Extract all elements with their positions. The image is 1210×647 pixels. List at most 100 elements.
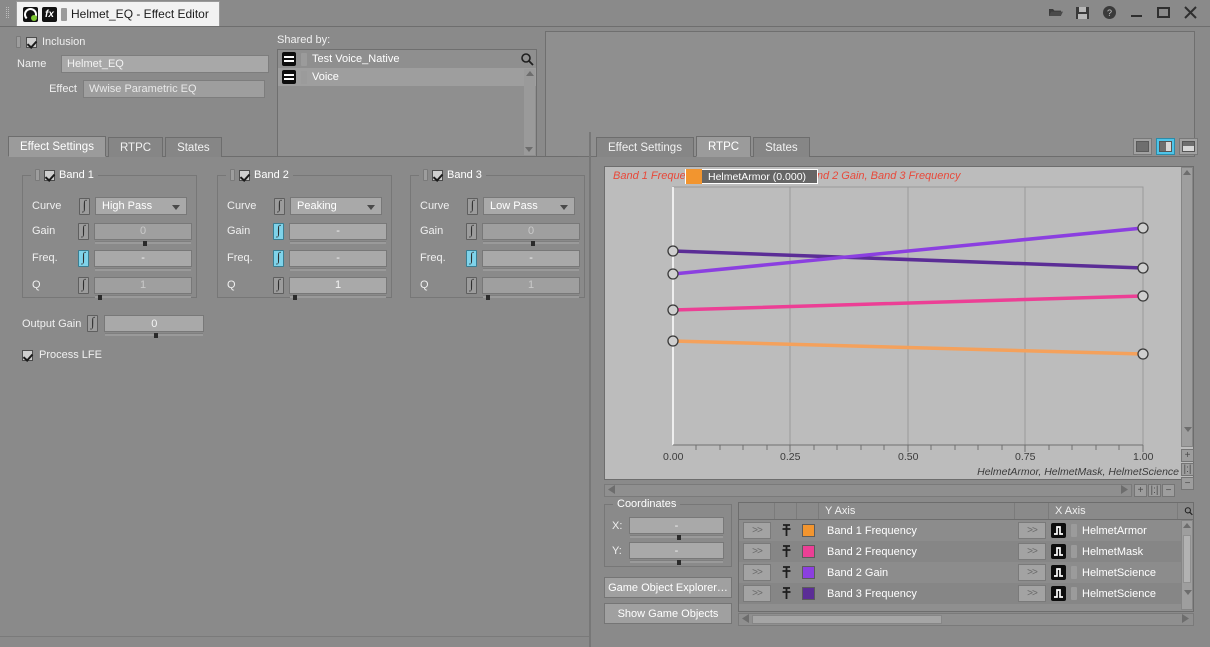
scrollbar-handle[interactable] <box>1183 535 1191 583</box>
series-color-swatch[interactable] <box>801 566 815 579</box>
scrollbar-handle[interactable] <box>752 615 942 624</box>
scroll-right-arrow[interactable] <box>1120 484 1128 497</box>
band-1-q-slider[interactable] <box>95 294 191 300</box>
rtpc-table[interactable]: Y Axis X Axis >> Band 1 Frequency >> Hel… <box>738 502 1194 612</box>
gain-rtpc-indicator[interactable] <box>273 222 285 240</box>
output-gain-input[interactable]: 0 <box>104 315 205 332</box>
row-expand-x-button[interactable]: >> <box>1018 585 1046 602</box>
process-lfe-checkbox[interactable] <box>22 349 33 361</box>
close-icon[interactable] <box>1183 5 1198 20</box>
freq-rtpc-indicator[interactable] <box>273 249 285 267</box>
curve-rtpc-indicator[interactable] <box>79 197 90 215</box>
band-2-freq-slider[interactable] <box>290 267 386 271</box>
scroll-down-arrow[interactable] <box>1184 590 1192 607</box>
scroll-up-arrow[interactable] <box>1183 523 1191 528</box>
row-expand-y-button[interactable]: >> <box>743 585 771 602</box>
band-2-gain-slider[interactable] <box>290 240 386 244</box>
search-icon[interactable] <box>520 52 534 66</box>
output-gain-rtpc-indicator[interactable] <box>87 314 99 332</box>
coord-x-slider[interactable] <box>630 535 723 540</box>
maximize-icon[interactable] <box>1156 5 1171 20</box>
zoom-out-horizontal-button[interactable]: − <box>1162 484 1175 497</box>
row-expand-y-button[interactable]: >> <box>743 543 771 560</box>
band-2-gain-input[interactable]: - <box>289 222 387 240</box>
coord-x-input[interactable]: - <box>629 517 724 534</box>
freq-rtpc-indicator[interactable] <box>78 249 90 267</box>
series-color-swatch[interactable] <box>801 545 815 558</box>
graph-plot-area[interactable] <box>605 167 1195 481</box>
rtpc-table-hscrollbar[interactable] <box>738 613 1194 626</box>
band-3-freq-slider[interactable] <box>483 267 579 271</box>
scroll-up-arrow[interactable] <box>1183 170 1191 175</box>
document-tab[interactable]: Helmet_EQ - Effect Editor <box>16 1 220 26</box>
table-row[interactable]: >> Band 2 Frequency >> HelmetMask <box>739 541 1193 562</box>
scroll-down-arrow[interactable] <box>1184 427 1192 444</box>
tab-effect-settings-right[interactable]: Effect Settings <box>596 137 694 157</box>
curve-rtpc-indicator[interactable] <box>467 197 478 215</box>
zoom-in-horizontal-button[interactable]: + <box>1134 484 1147 497</box>
table-row[interactable]: >> Band 3 Frequency >> HelmetScience <box>739 583 1193 604</box>
band-1-q-input[interactable]: 1 <box>94 276 192 294</box>
band-1-curve-select[interactable]: High Pass <box>95 197 187 215</box>
tab-rtpc-left[interactable]: RTPC <box>107 137 164 157</box>
series-color-swatch[interactable] <box>801 524 815 537</box>
minimize-icon[interactable] <box>1129 5 1144 20</box>
row-expand-x-button[interactable]: >> <box>1018 543 1046 560</box>
q-rtpc-indicator[interactable] <box>466 276 478 294</box>
gain-rtpc-indicator[interactable] <box>466 222 478 240</box>
band-1-gain-input[interactable]: 0 <box>94 222 192 240</box>
graph-horizontal-scrollbar[interactable] <box>604 484 1132 497</box>
scroll-up-arrow[interactable] <box>525 71 534 76</box>
band-1-freq-input[interactable]: - <box>94 249 192 267</box>
tab-states-right[interactable]: States <box>753 137 810 157</box>
game-object-explorer-button[interactable]: Game Object Explorer… <box>604 577 732 598</box>
band-3-curve-select[interactable]: Low Pass <box>483 197 575 215</box>
view-split-button[interactable] <box>1156 138 1175 155</box>
q-rtpc-indicator[interactable] <box>273 276 285 294</box>
gain-rtpc-indicator[interactable] <box>78 222 90 240</box>
band-2-freq-input[interactable]: - <box>289 249 387 267</box>
band-2-q-slider[interactable] <box>290 294 386 300</box>
view-graph-only-button[interactable] <box>1133 138 1152 155</box>
tab-rtpc-right[interactable]: RTPC <box>695 136 752 157</box>
tab-states-left[interactable]: States <box>165 137 222 157</box>
pane-splitter[interactable] <box>589 132 591 647</box>
zoom-fit-vertical-button[interactable]: |:| <box>1181 463 1194 476</box>
band-1-freq-slider[interactable] <box>95 267 191 271</box>
name-input[interactable]: Helmet_EQ <box>61 55 269 73</box>
band-3-freq-input[interactable]: - <box>482 249 580 267</box>
coord-y-slider[interactable] <box>630 560 723 565</box>
pin-icon[interactable] <box>775 586 797 601</box>
row-expand-x-button[interactable]: >> <box>1018 522 1046 539</box>
curve-rtpc-indicator[interactable] <box>274 197 285 215</box>
scroll-right-arrow[interactable] <box>1181 613 1189 626</box>
show-game-objects-button[interactable]: Show Game Objects <box>604 603 732 624</box>
rtpc-graph-panel[interactable]: Band 1 Frequency, Band 2 Frequency, Band… <box>604 166 1195 490</box>
band-3-q-slider[interactable] <box>483 294 579 300</box>
band-3-gain-input[interactable]: 0 <box>482 222 580 240</box>
window-drag-grip[interactable] <box>0 0 16 26</box>
pin-icon[interactable] <box>775 544 797 559</box>
band-2-curve-select[interactable]: Peaking <box>290 197 382 215</box>
band-3-gain-slider[interactable] <box>483 240 579 246</box>
zoom-in-vertical-button[interactable]: + <box>1181 449 1194 462</box>
open-icon[interactable] <box>1048 5 1063 20</box>
table-row[interactable]: >> Band 2 Gain >> HelmetScience <box>739 562 1193 583</box>
band-1-checkbox[interactable] <box>44 169 55 181</box>
coord-y-input[interactable]: - <box>629 542 724 559</box>
band-2-q-input[interactable]: 1 <box>289 276 387 294</box>
pin-icon[interactable] <box>775 523 797 538</box>
tab-effect-settings-left[interactable]: Effect Settings <box>8 136 106 157</box>
graph-vertical-scrollbar[interactable] <box>1181 167 1193 447</box>
pin-icon[interactable] <box>775 565 797 580</box>
view-list-only-button[interactable] <box>1179 138 1198 155</box>
row-expand-y-button[interactable]: >> <box>743 564 771 581</box>
rtpc-table-scrollbar[interactable] <box>1181 520 1193 610</box>
band-3-checkbox[interactable] <box>432 169 443 181</box>
shared-by-item[interactable]: Voice <box>278 68 536 86</box>
freq-rtpc-indicator[interactable] <box>466 249 478 267</box>
row-expand-y-button[interactable]: >> <box>743 522 771 539</box>
q-rtpc-indicator[interactable] <box>78 276 90 294</box>
row-expand-x-button[interactable]: >> <box>1018 564 1046 581</box>
series-color-swatch[interactable] <box>801 587 815 600</box>
